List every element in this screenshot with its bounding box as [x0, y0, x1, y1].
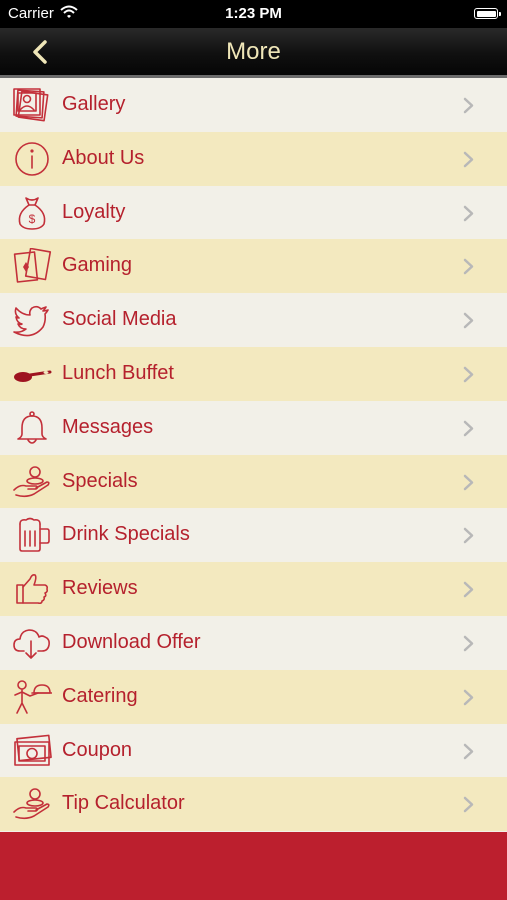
- menu-list: Gallery About Us $ Loyalty Gaming Social…: [0, 78, 507, 832]
- menu-item-gaming[interactable]: Gaming: [0, 239, 507, 294]
- bell-icon: [17, 410, 47, 444]
- hand-coins-icon: [13, 465, 50, 497]
- menu-item-catering[interactable]: Catering: [0, 669, 507, 724]
- menu-item-label: Reviews: [62, 577, 138, 600]
- menu-item-label: Download Offer: [62, 630, 201, 653]
- waiter-icon: [14, 679, 52, 714]
- menu-item-label: Drink Specials: [62, 523, 190, 546]
- menu-item-gallery[interactable]: Gallery: [0, 78, 507, 132]
- page-title: More: [226, 38, 281, 65]
- battery-icon: [474, 8, 501, 19]
- footer-bar: [0, 832, 507, 900]
- money-bag-icon: $: [18, 196, 46, 230]
- chevron-right-icon: [463, 689, 474, 706]
- chevron-right-icon: [463, 474, 474, 490]
- ladle-icon: [14, 370, 52, 382]
- menu-item-coupon[interactable]: Coupon: [0, 723, 507, 778]
- menu-item-lunch-buffet[interactable]: Lunch Buffet: [0, 346, 507, 401]
- chevron-right-icon: [463, 312, 474, 329]
- chevron-right-icon: [463, 635, 474, 652]
- twitter-bird-icon: [13, 306, 49, 337]
- thumbs-up-icon: [16, 574, 49, 605]
- menu-item-label: Tip Calculator: [62, 792, 185, 815]
- menu-item-tip-calculator[interactable]: Tip Calculator: [0, 777, 507, 832]
- chevron-right-icon: [463, 366, 474, 383]
- chevron-right-icon: [463, 97, 474, 114]
- gallery-icon: [13, 88, 49, 122]
- chevron-right-icon: [463, 581, 474, 598]
- menu-item-label: Catering: [62, 684, 138, 707]
- menu-item-label: Lunch Buffet: [62, 361, 174, 384]
- playing-cards-icon: [13, 248, 52, 284]
- hand-coins-icon: [13, 788, 50, 820]
- menu-item-about-us[interactable]: About Us: [0, 131, 507, 186]
- menu-item-label: Gaming: [62, 254, 133, 277]
- menu-item-messages[interactable]: Messages: [0, 400, 507, 455]
- menu-item-download-offer[interactable]: Download Offer: [0, 615, 507, 670]
- svg-text:$: $: [29, 212, 36, 226]
- status-bar: Carrier 1:23 PM: [0, 0, 507, 28]
- menu-item-label: Specials: [62, 469, 138, 492]
- menu-item-label: About Us: [62, 146, 145, 169]
- chevron-right-icon: [463, 420, 474, 437]
- banknote-icon: [14, 734, 52, 766]
- chevron-right-icon: [463, 743, 474, 759]
- navigation-bar: More: [0, 28, 507, 78]
- menu-item-drink-specials[interactable]: Drink Specials: [0, 508, 507, 563]
- chevron-right-icon: [463, 151, 474, 168]
- info-icon: [15, 141, 49, 176]
- chevron-right-icon: [463, 528, 474, 544]
- chevron-right-icon: [463, 205, 474, 221]
- menu-item-label: Messages: [62, 415, 154, 438]
- menu-item-label: Loyalty: [62, 200, 126, 223]
- menu-item-loyalty[interactable]: $ Loyalty: [0, 185, 507, 240]
- menu-item-label: Gallery: [62, 93, 126, 115]
- menu-item-specials[interactable]: Specials: [0, 454, 507, 509]
- chevron-right-icon: [463, 259, 474, 275]
- clock: 1:23 PM: [225, 5, 282, 22]
- menu-item-label: Coupon: [62, 738, 133, 761]
- beer-mug-icon: [19, 518, 50, 553]
- menu-item-label: Social Media: [62, 308, 177, 331]
- menu-item-social-media[interactable]: Social Media: [0, 293, 507, 347]
- menu-item-reviews[interactable]: Reviews: [0, 562, 507, 616]
- chevron-right-icon: [463, 797, 474, 813]
- cloud-download-icon: [13, 629, 50, 659]
